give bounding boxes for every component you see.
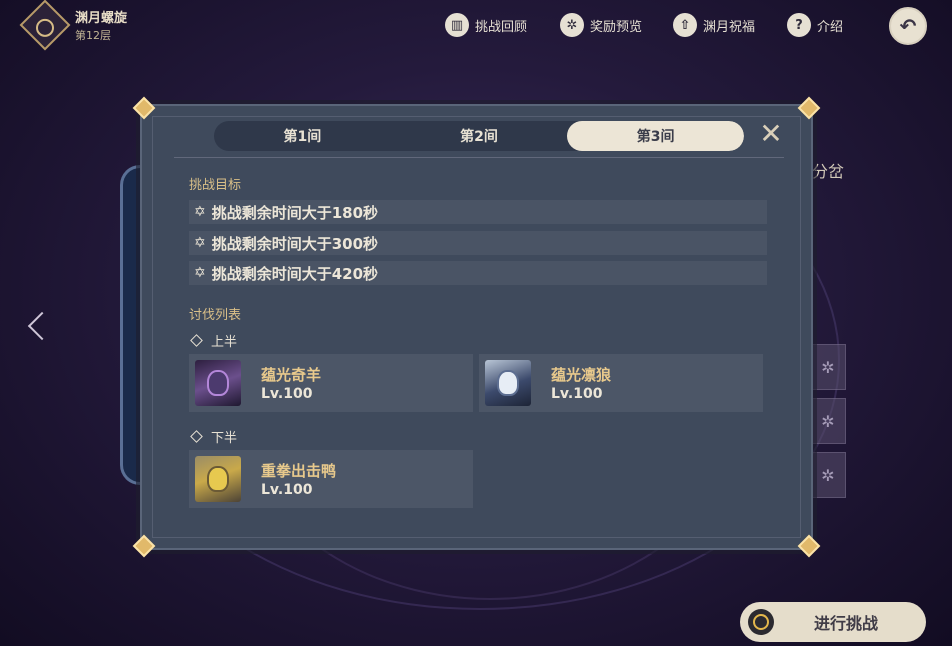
chamber-detail-modal: 第1间 第2间 第3间 ✕ 挑战目标 ✡ 挑战剩余时间大于180秒 ✡ 挑战剩余… [132,96,821,558]
start-challenge-label: 进行挑战 [814,614,879,633]
back-button[interactable]: ↶ [889,7,927,45]
side-star-icon: ✲ [810,398,846,444]
back-arrow-icon: ↶ [899,14,917,38]
enemy-name: 重拳出击鸭 [261,462,337,480]
enemies-title: 讨伐列表 [189,308,242,323]
goals-title: 挑战目标 [189,178,242,193]
book-icon: ▥ [445,13,469,37]
corner-ornament-icon [132,534,156,558]
goal-row: ✡ 挑战剩余时间大于300秒 [189,231,767,255]
enemy-level: Lv.100 [261,482,313,498]
enemy-card[interactable]: 蕴光奇羊 Lv.100 [189,354,473,412]
tab-chamber-2[interactable]: 第2间 [391,121,568,151]
nav-label: 渊月祝福 [703,19,756,35]
arrow-up-icon: ⇧ [673,13,697,37]
nav-blessing[interactable]: ⇧ 渊月祝福 [673,12,755,38]
gear-star-icon: ✲ [560,13,584,37]
goal-text: 挑战剩余时间大于300秒 [211,234,379,253]
nav-label: 介绍 [817,19,844,35]
nav-challenge-review[interactable]: ▥ 挑战回顾 [445,12,527,38]
first-half-label: 上半 [189,331,237,350]
nav-label: 挑战回顾 [475,19,528,35]
second-half-text: 下半 [211,431,238,446]
second-half-label: 下半 [189,427,237,446]
goal-row: ✡ 挑战剩余时间大于180秒 [189,200,767,224]
side-star-icon: ✲ [810,344,846,390]
tab-chamber-3[interactable]: 第3间 [567,121,744,151]
start-ring-icon [748,609,774,635]
nav-reward-preview[interactable]: ✲ 奖励预览 [560,12,642,38]
start-challenge-button[interactable]: 进行挑战 [740,602,926,642]
enemy-level: Lv.100 [261,386,313,402]
corner-ornament-icon [797,534,821,558]
enemy-level: Lv.100 [551,386,603,402]
corner-ornament-icon [797,96,821,120]
enemy-name: 蕴光奇羊 [261,366,322,384]
enemy-avatar [485,360,531,406]
divider [174,157,784,158]
chamber-tabs: 第1间 第2间 第3间 [214,121,744,151]
branch-label: 分岔 [812,162,845,181]
enemy-card[interactable]: 重拳出击鸭 Lv.100 [189,450,473,508]
diamond-icon [190,430,203,443]
tab-chamber-1[interactable]: 第1间 [214,121,391,151]
side-star-icon: ✲ [810,452,846,498]
enemy-avatar [195,456,241,502]
goal-text: 挑战剩余时间大于180秒 [211,203,379,222]
enemy-avatar [195,360,241,406]
enemy-card[interactable]: 蕴光凛狼 Lv.100 [479,354,763,412]
nav-intro[interactable]: ? 介绍 [787,12,843,38]
goal-row: ✡ 挑战剩余时间大于420秒 [189,261,767,285]
left-arrow-icon[interactable] [27,311,57,341]
first-half-text: 上半 [211,335,238,350]
enemy-name: 蕴光凛狼 [551,366,612,384]
question-icon: ? [787,13,811,37]
top-bar: 渊月螺旋 第12层 ▥ 挑战回顾 ✲ 奖励预览 ⇧ 渊月祝福 ? 介绍 ↶ [0,0,952,51]
floor-subtitle: 第12层 [75,29,111,42]
floor-emblem-icon [19,0,71,51]
goal-text: 挑战剩余时间大于420秒 [211,264,379,283]
star-icon: ✡ [194,265,206,281]
close-icon[interactable]: ✕ [757,120,785,148]
floor-title: 渊月螺旋 [75,11,128,26]
star-icon: ✡ [194,204,206,220]
star-icon: ✡ [194,235,206,251]
diamond-icon [190,334,203,347]
nav-label: 奖励预览 [590,19,643,35]
